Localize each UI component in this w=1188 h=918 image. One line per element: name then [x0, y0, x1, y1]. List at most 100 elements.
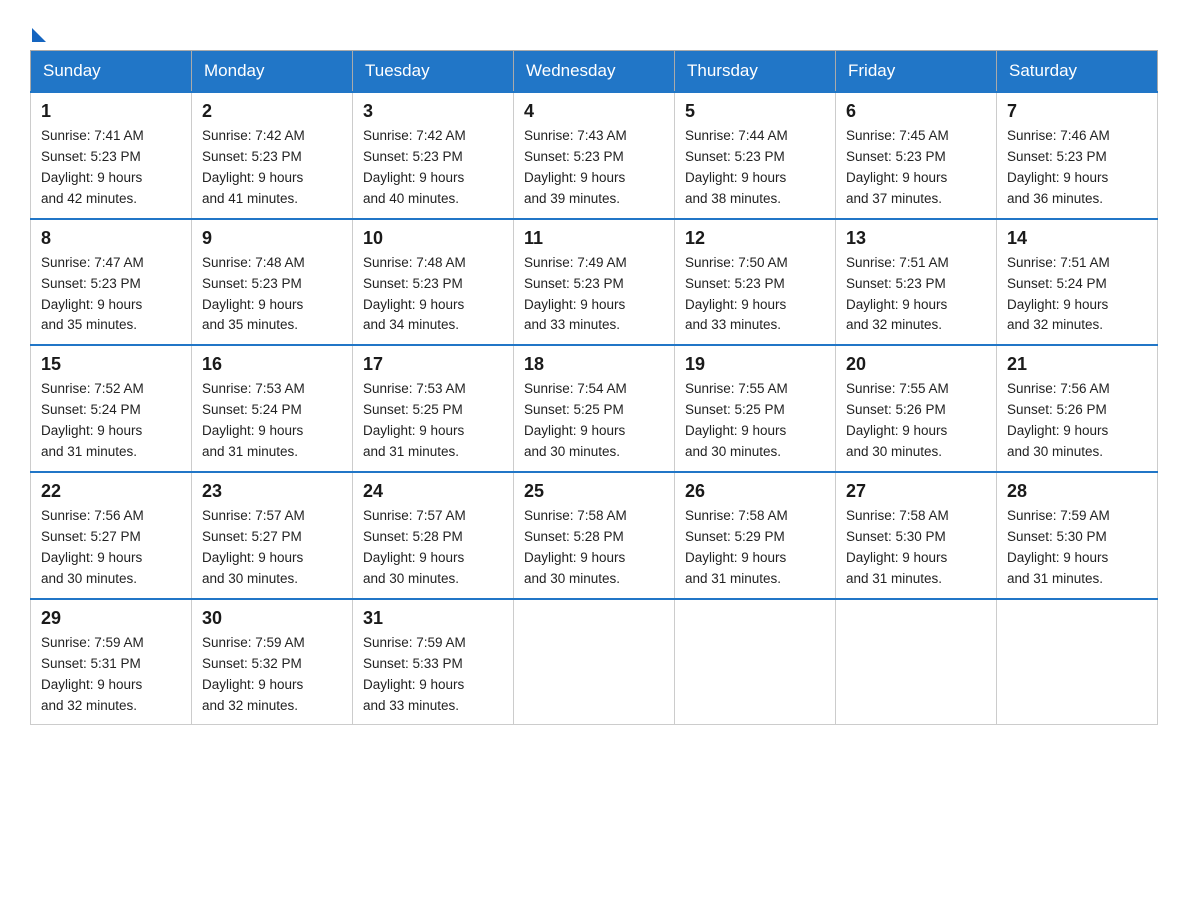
- day-number: 13: [846, 228, 986, 249]
- logo-triangle-icon: [32, 28, 46, 42]
- day-info: Sunrise: 7:59 AM Sunset: 5:32 PM Dayligh…: [202, 633, 342, 717]
- day-number: 10: [363, 228, 503, 249]
- day-info: Sunrise: 7:42 AM Sunset: 5:23 PM Dayligh…: [363, 126, 503, 210]
- day-info: Sunrise: 7:57 AM Sunset: 5:28 PM Dayligh…: [363, 506, 503, 590]
- logo: [30, 28, 46, 40]
- calendar-cell: 10 Sunrise: 7:48 AM Sunset: 5:23 PM Dayl…: [353, 219, 514, 346]
- calendar-cell: 9 Sunrise: 7:48 AM Sunset: 5:23 PM Dayli…: [192, 219, 353, 346]
- day-number: 31: [363, 608, 503, 629]
- calendar-cell: 17 Sunrise: 7:53 AM Sunset: 5:25 PM Dayl…: [353, 345, 514, 472]
- weekday-header-wednesday: Wednesday: [514, 51, 675, 93]
- day-number: 20: [846, 354, 986, 375]
- day-number: 1: [41, 101, 181, 122]
- day-info: Sunrise: 7:58 AM Sunset: 5:30 PM Dayligh…: [846, 506, 986, 590]
- day-number: 30: [202, 608, 342, 629]
- page-header: [30, 20, 1158, 40]
- day-info: Sunrise: 7:51 AM Sunset: 5:23 PM Dayligh…: [846, 253, 986, 337]
- day-number: 12: [685, 228, 825, 249]
- weekday-header-tuesday: Tuesday: [353, 51, 514, 93]
- day-info: Sunrise: 7:45 AM Sunset: 5:23 PM Dayligh…: [846, 126, 986, 210]
- day-info: Sunrise: 7:58 AM Sunset: 5:29 PM Dayligh…: [685, 506, 825, 590]
- day-info: Sunrise: 7:51 AM Sunset: 5:24 PM Dayligh…: [1007, 253, 1147, 337]
- day-info: Sunrise: 7:53 AM Sunset: 5:24 PM Dayligh…: [202, 379, 342, 463]
- week-row-5: 29 Sunrise: 7:59 AM Sunset: 5:31 PM Dayl…: [31, 599, 1158, 725]
- day-number: 14: [1007, 228, 1147, 249]
- calendar-table: SundayMondayTuesdayWednesdayThursdayFrid…: [30, 50, 1158, 725]
- calendar-cell: 6 Sunrise: 7:45 AM Sunset: 5:23 PM Dayli…: [836, 92, 997, 219]
- calendar-cell: [836, 599, 997, 725]
- day-info: Sunrise: 7:59 AM Sunset: 5:33 PM Dayligh…: [363, 633, 503, 717]
- logo-blue-text: [30, 28, 46, 40]
- calendar-cell: 1 Sunrise: 7:41 AM Sunset: 5:23 PM Dayli…: [31, 92, 192, 219]
- day-info: Sunrise: 7:43 AM Sunset: 5:23 PM Dayligh…: [524, 126, 664, 210]
- calendar-cell: 14 Sunrise: 7:51 AM Sunset: 5:24 PM Dayl…: [997, 219, 1158, 346]
- day-info: Sunrise: 7:54 AM Sunset: 5:25 PM Dayligh…: [524, 379, 664, 463]
- weekday-header-row: SundayMondayTuesdayWednesdayThursdayFrid…: [31, 51, 1158, 93]
- day-number: 9: [202, 228, 342, 249]
- day-number: 22: [41, 481, 181, 502]
- week-row-1: 1 Sunrise: 7:41 AM Sunset: 5:23 PM Dayli…: [31, 92, 1158, 219]
- calendar-cell: [997, 599, 1158, 725]
- calendar-cell: 26 Sunrise: 7:58 AM Sunset: 5:29 PM Dayl…: [675, 472, 836, 599]
- week-row-2: 8 Sunrise: 7:47 AM Sunset: 5:23 PM Dayli…: [31, 219, 1158, 346]
- day-number: 15: [41, 354, 181, 375]
- day-info: Sunrise: 7:46 AM Sunset: 5:23 PM Dayligh…: [1007, 126, 1147, 210]
- day-number: 5: [685, 101, 825, 122]
- day-number: 2: [202, 101, 342, 122]
- day-info: Sunrise: 7:47 AM Sunset: 5:23 PM Dayligh…: [41, 253, 181, 337]
- week-row-3: 15 Sunrise: 7:52 AM Sunset: 5:24 PM Dayl…: [31, 345, 1158, 472]
- calendar-cell: 23 Sunrise: 7:57 AM Sunset: 5:27 PM Dayl…: [192, 472, 353, 599]
- day-info: Sunrise: 7:52 AM Sunset: 5:24 PM Dayligh…: [41, 379, 181, 463]
- calendar-cell: 2 Sunrise: 7:42 AM Sunset: 5:23 PM Dayli…: [192, 92, 353, 219]
- day-number: 11: [524, 228, 664, 249]
- day-number: 26: [685, 481, 825, 502]
- day-info: Sunrise: 7:56 AM Sunset: 5:26 PM Dayligh…: [1007, 379, 1147, 463]
- calendar-cell: 25 Sunrise: 7:58 AM Sunset: 5:28 PM Dayl…: [514, 472, 675, 599]
- day-info: Sunrise: 7:50 AM Sunset: 5:23 PM Dayligh…: [685, 253, 825, 337]
- calendar-cell: 27 Sunrise: 7:58 AM Sunset: 5:30 PM Dayl…: [836, 472, 997, 599]
- day-info: Sunrise: 7:59 AM Sunset: 5:31 PM Dayligh…: [41, 633, 181, 717]
- calendar-cell: 3 Sunrise: 7:42 AM Sunset: 5:23 PM Dayli…: [353, 92, 514, 219]
- calendar-cell: 29 Sunrise: 7:59 AM Sunset: 5:31 PM Dayl…: [31, 599, 192, 725]
- weekday-header-friday: Friday: [836, 51, 997, 93]
- calendar-cell: 21 Sunrise: 7:56 AM Sunset: 5:26 PM Dayl…: [997, 345, 1158, 472]
- day-number: 27: [846, 481, 986, 502]
- day-info: Sunrise: 7:57 AM Sunset: 5:27 PM Dayligh…: [202, 506, 342, 590]
- day-number: 7: [1007, 101, 1147, 122]
- day-number: 25: [524, 481, 664, 502]
- calendar-cell: 18 Sunrise: 7:54 AM Sunset: 5:25 PM Dayl…: [514, 345, 675, 472]
- day-number: 8: [41, 228, 181, 249]
- day-info: Sunrise: 7:42 AM Sunset: 5:23 PM Dayligh…: [202, 126, 342, 210]
- day-info: Sunrise: 7:48 AM Sunset: 5:23 PM Dayligh…: [363, 253, 503, 337]
- calendar-cell: 13 Sunrise: 7:51 AM Sunset: 5:23 PM Dayl…: [836, 219, 997, 346]
- calendar-cell: [514, 599, 675, 725]
- day-number: 4: [524, 101, 664, 122]
- day-info: Sunrise: 7:41 AM Sunset: 5:23 PM Dayligh…: [41, 126, 181, 210]
- day-number: 3: [363, 101, 503, 122]
- calendar-cell: 7 Sunrise: 7:46 AM Sunset: 5:23 PM Dayli…: [997, 92, 1158, 219]
- day-number: 18: [524, 354, 664, 375]
- weekday-header-sunday: Sunday: [31, 51, 192, 93]
- day-info: Sunrise: 7:48 AM Sunset: 5:23 PM Dayligh…: [202, 253, 342, 337]
- calendar-cell: 28 Sunrise: 7:59 AM Sunset: 5:30 PM Dayl…: [997, 472, 1158, 599]
- weekday-header-saturday: Saturday: [997, 51, 1158, 93]
- calendar-cell: 31 Sunrise: 7:59 AM Sunset: 5:33 PM Dayl…: [353, 599, 514, 725]
- day-number: 6: [846, 101, 986, 122]
- day-number: 21: [1007, 354, 1147, 375]
- week-row-4: 22 Sunrise: 7:56 AM Sunset: 5:27 PM Dayl…: [31, 472, 1158, 599]
- day-info: Sunrise: 7:56 AM Sunset: 5:27 PM Dayligh…: [41, 506, 181, 590]
- calendar-cell: 11 Sunrise: 7:49 AM Sunset: 5:23 PM Dayl…: [514, 219, 675, 346]
- day-info: Sunrise: 7:59 AM Sunset: 5:30 PM Dayligh…: [1007, 506, 1147, 590]
- calendar-cell: 5 Sunrise: 7:44 AM Sunset: 5:23 PM Dayli…: [675, 92, 836, 219]
- calendar-cell: 12 Sunrise: 7:50 AM Sunset: 5:23 PM Dayl…: [675, 219, 836, 346]
- day-info: Sunrise: 7:44 AM Sunset: 5:23 PM Dayligh…: [685, 126, 825, 210]
- weekday-header-monday: Monday: [192, 51, 353, 93]
- day-info: Sunrise: 7:55 AM Sunset: 5:25 PM Dayligh…: [685, 379, 825, 463]
- calendar-cell: [675, 599, 836, 725]
- day-number: 16: [202, 354, 342, 375]
- day-info: Sunrise: 7:53 AM Sunset: 5:25 PM Dayligh…: [363, 379, 503, 463]
- calendar-cell: 20 Sunrise: 7:55 AM Sunset: 5:26 PM Dayl…: [836, 345, 997, 472]
- day-number: 19: [685, 354, 825, 375]
- day-info: Sunrise: 7:55 AM Sunset: 5:26 PM Dayligh…: [846, 379, 986, 463]
- day-number: 24: [363, 481, 503, 502]
